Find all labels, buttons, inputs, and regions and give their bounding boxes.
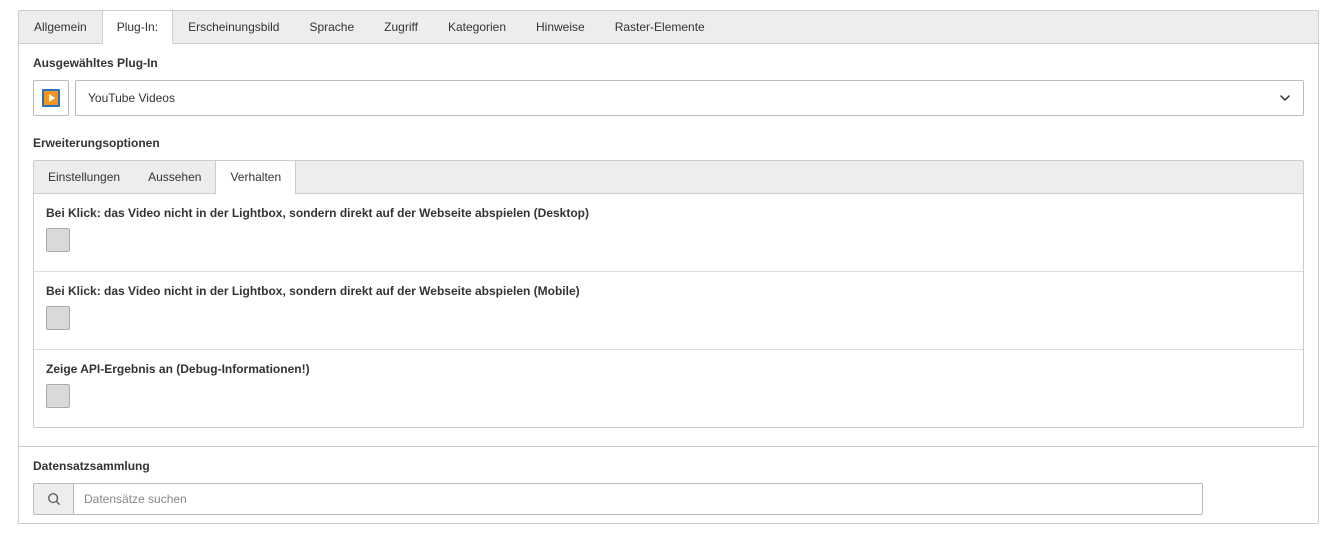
- plugin-select-value: YouTube Videos: [88, 91, 175, 105]
- tab-erscheinungsbild[interactable]: Erscheinungsbild: [173, 11, 294, 43]
- tab-body: Ausgewähltes Plug-In YouTube Videos Erwe…: [19, 44, 1318, 446]
- extension-section-heading: Erweiterungsoptionen: [33, 136, 1304, 150]
- option-debug: Zeige API-Ergebnis an (Debug-Information…: [34, 350, 1303, 427]
- plugin-select[interactable]: YouTube Videos: [75, 80, 1304, 116]
- records-section: Datensatzsammlung: [19, 447, 1318, 523]
- option-desktop-label: Bei Klick: das Video nicht in der Lightb…: [46, 206, 1291, 220]
- records-heading: Datensatzsammlung: [33, 459, 1304, 473]
- inner-tab-verhalten[interactable]: Verhalten: [215, 161, 296, 194]
- option-desktop: Bei Klick: das Video nicht in der Lightb…: [34, 194, 1303, 272]
- option-desktop-checkbox[interactable]: [46, 228, 70, 252]
- plugin-section: Ausgewähltes Plug-In YouTube Videos: [33, 56, 1304, 116]
- option-debug-checkbox[interactable]: [46, 384, 70, 408]
- tab-sprache[interactable]: Sprache: [294, 11, 369, 43]
- option-mobile: Bei Klick: das Video nicht in der Lightb…: [34, 272, 1303, 350]
- inner-body: Bei Klick: das Video nicht in der Lightb…: [33, 193, 1304, 428]
- inner-tab-aussehen[interactable]: Aussehen: [134, 161, 215, 193]
- option-debug-label: Zeige API-Ergebnis an (Debug-Information…: [46, 362, 1291, 376]
- option-mobile-checkbox[interactable]: [46, 306, 70, 330]
- tab-plugin[interactable]: Plug-In:: [102, 11, 173, 44]
- search-input[interactable]: [73, 483, 1203, 515]
- tab-zugriff[interactable]: Zugriff: [369, 11, 433, 43]
- plugin-icon: [33, 80, 69, 116]
- tab-allgemein[interactable]: Allgemein: [19, 11, 102, 43]
- settings-panel: Allgemein Plug-In: Erscheinungsbild Spra…: [18, 10, 1319, 524]
- tab-hinweise[interactable]: Hinweise: [521, 11, 600, 43]
- plugin-section-heading: Ausgewähltes Plug-In: [33, 56, 1304, 70]
- chevron-down-icon: [1279, 92, 1291, 104]
- inner-tab-einstellungen[interactable]: Einstellungen: [34, 161, 134, 193]
- inner-tabs: Einstellungen Aussehen Verhalten: [33, 160, 1304, 193]
- search-icon: [33, 483, 73, 515]
- plugin-select-row: YouTube Videos: [33, 80, 1304, 116]
- main-tabs: Allgemein Plug-In: Erscheinungsbild Spra…: [19, 11, 1318, 44]
- extension-section: Erweiterungsoptionen Einstellungen Ausse…: [33, 136, 1304, 428]
- tab-raster[interactable]: Raster-Elemente: [600, 11, 720, 43]
- search-row: [33, 483, 1304, 515]
- video-icon: [42, 89, 60, 107]
- option-mobile-label: Bei Klick: das Video nicht in der Lightb…: [46, 284, 1291, 298]
- tab-kategorien[interactable]: Kategorien: [433, 11, 521, 43]
